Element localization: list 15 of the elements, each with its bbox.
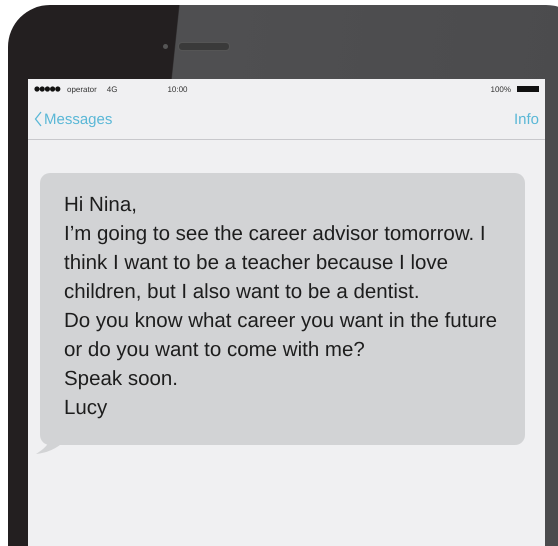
camera-icon (163, 44, 168, 48)
message-text: I’m going to see the career advisor tomorrow. I think I want to be a teacher because I love children, but I also want to be a dentist. (64, 221, 487, 305)
signal-icon (34, 86, 61, 92)
message-text: Do you know what career you want in the future or do you want to come with me? (64, 308, 498, 363)
carrier-name: operator (67, 84, 97, 94)
battery-percent: 100% (490, 84, 511, 94)
message-text: Lucy (64, 395, 108, 421)
back-chevron-icon (34, 111, 42, 127)
message-text: Speak soon. (64, 366, 179, 392)
info-link[interactable]: Info (514, 110, 539, 128)
battery-icon (517, 86, 539, 92)
status-time: 10:00 (167, 84, 188, 94)
message-text: Hi Nina, (64, 192, 138, 218)
speaker-icon (178, 42, 230, 50)
network-type: 4G (106, 84, 118, 94)
